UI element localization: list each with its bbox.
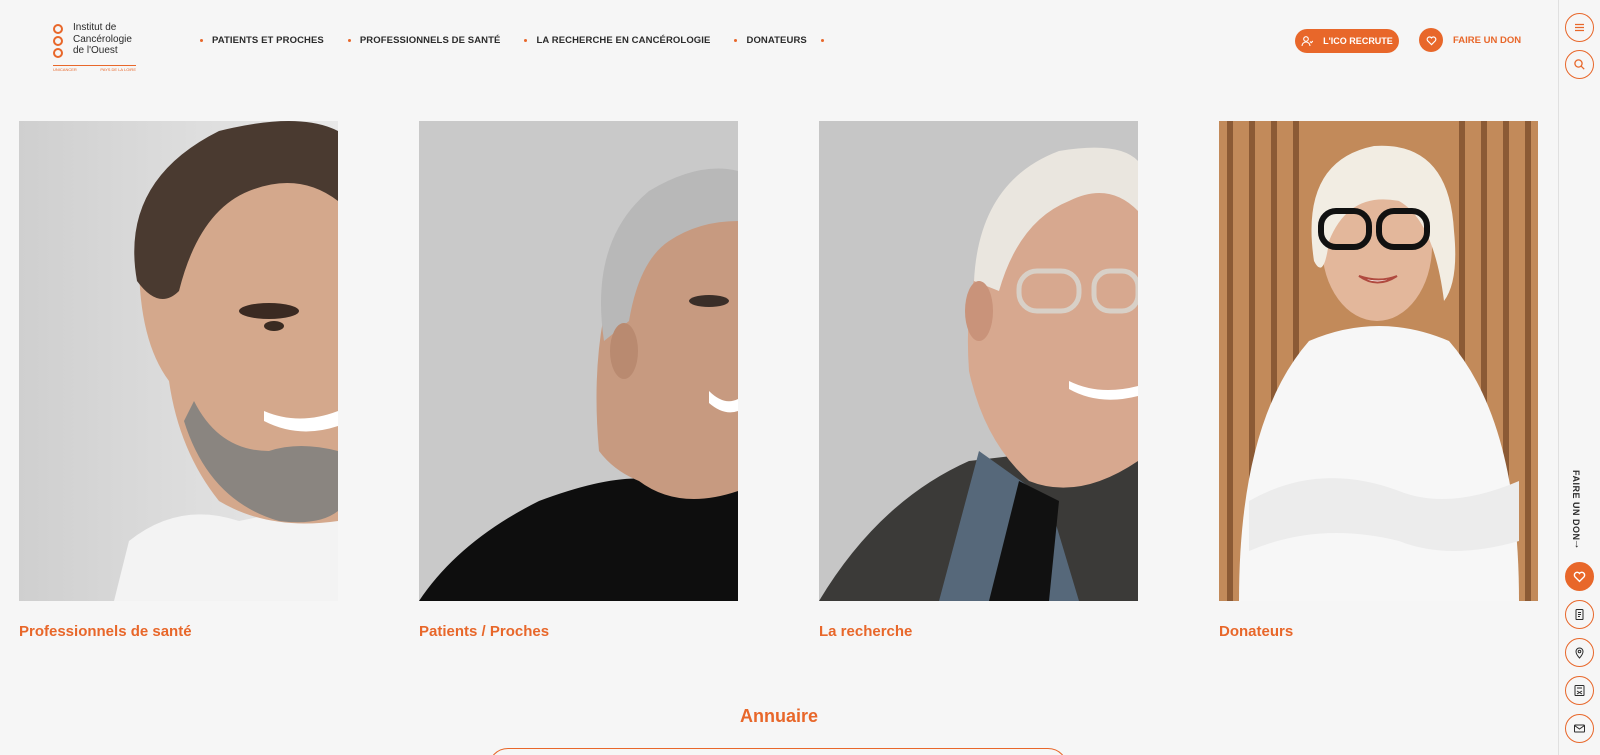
heart-icon: [1573, 571, 1586, 583]
hamburger-icon: [1575, 23, 1584, 32]
logo-text: Institut de Cancérologie de l'Ouest: [73, 22, 153, 57]
contact-button[interactable]: [1565, 714, 1594, 743]
search-button[interactable]: [1565, 50, 1594, 79]
document-button[interactable]: [1565, 600, 1594, 629]
ico-recrute-button[interactable]: L'ICO RECRUTE: [1295, 29, 1399, 53]
bullet-icon: [524, 39, 528, 42]
card-title[interactable]: La recherche: [819, 623, 1138, 640]
document-icon: [1575, 609, 1584, 620]
ico-recrute-label: L'ICO RECRUTE: [1323, 36, 1393, 46]
nav-item-label: PROFESSIONNELS DE SANTÉ: [359, 35, 501, 46]
bullet-icon: [200, 39, 203, 42]
map-pin-icon: [1575, 647, 1584, 659]
logo-line-2: Cancérologie: [73, 33, 132, 45]
portrait-old-man-image: [819, 121, 1138, 601]
nav-item-professionnels[interactable]: PROFESSIONNELS DE SANTÉ: [347, 35, 501, 46]
faire-un-don-label: FAIRE UN DON: [1453, 34, 1522, 46]
right-sidebar: FAIRE UN DON ↓: [1558, 0, 1600, 755]
card-patients[interactable]: Patients / Proches: [419, 121, 738, 640]
search-icon: [1574, 59, 1585, 70]
menu-button[interactable]: [1565, 13, 1594, 42]
nav-item-donateurs[interactable]: DONATEURS: [734, 35, 807, 46]
main-nav: PATIENTS ET PROCHES PROFESSIONNELS DE SA…: [200, 35, 824, 46]
mail-icon: [1574, 724, 1585, 733]
nav-item-label: LA RECHERCHE EN CANCÉROLOGIE: [536, 35, 711, 46]
logo-sub-right: PAYS DE LA LOIRE: [100, 67, 136, 72]
ico-logo[interactable]: Institut de Cancérologie de l'Ouest UNIC…: [53, 22, 143, 76]
bullet-icon: [347, 39, 351, 42]
faire-un-don-link[interactable]: FAIRE UN DON: [1419, 28, 1521, 52]
annuaire-heading: Annuaire: [739, 706, 818, 726]
card-title[interactable]: Donateurs: [1219, 623, 1538, 640]
nav-item-label: PATIENTS ET PROCHES: [212, 35, 324, 46]
location-button[interactable]: [1565, 638, 1594, 667]
arrow-down-icon: ↓: [1574, 538, 1580, 550]
card-professionnels[interactable]: Professionnels de santé: [19, 121, 338, 640]
bullet-icon: [820, 39, 824, 42]
nav-item-recherche[interactable]: LA RECHERCHE EN CANCÉROLOGIE: [524, 35, 710, 46]
logo-line-1: Institut de: [73, 22, 117, 33]
calculator-button[interactable]: [1565, 676, 1594, 705]
nav-item-label: DONATEURS: [746, 35, 807, 46]
faire-un-don-vertical[interactable]: FAIRE UN DON: [1571, 470, 1581, 541]
card-recherche[interactable]: La recherche: [819, 121, 1138, 640]
logo-sub-left: UNICANCER: [53, 67, 77, 72]
portrait-woman-glasses-image: [1219, 121, 1538, 601]
heart-icon: [1419, 28, 1443, 52]
annuaire-search-input[interactable]: [488, 748, 1068, 755]
logo-mark-icon: [53, 24, 67, 60]
card-donateurs[interactable]: Donateurs: [1219, 121, 1538, 640]
card-title[interactable]: Patients / Proches: [419, 623, 738, 640]
portrait-man-image: [19, 121, 338, 601]
logo-subline: UNICANCER PAYS DE LA LOIRE: [53, 65, 136, 72]
bullet-icon: [734, 39, 738, 42]
site-header: Institut de Cancérologie de l'Ouest UNIC…: [0, 0, 1558, 90]
nav-item-patients[interactable]: PATIENTS ET PROCHES: [200, 35, 324, 46]
card-title[interactable]: Professionnels de santé: [19, 623, 338, 640]
user-icon: [1301, 36, 1314, 47]
calculator-icon: [1574, 685, 1585, 696]
portrait-woman-image: [419, 121, 738, 601]
logo-line-3: de l'Ouest: [73, 45, 118, 56]
donate-heart-button[interactable]: [1565, 562, 1594, 591]
